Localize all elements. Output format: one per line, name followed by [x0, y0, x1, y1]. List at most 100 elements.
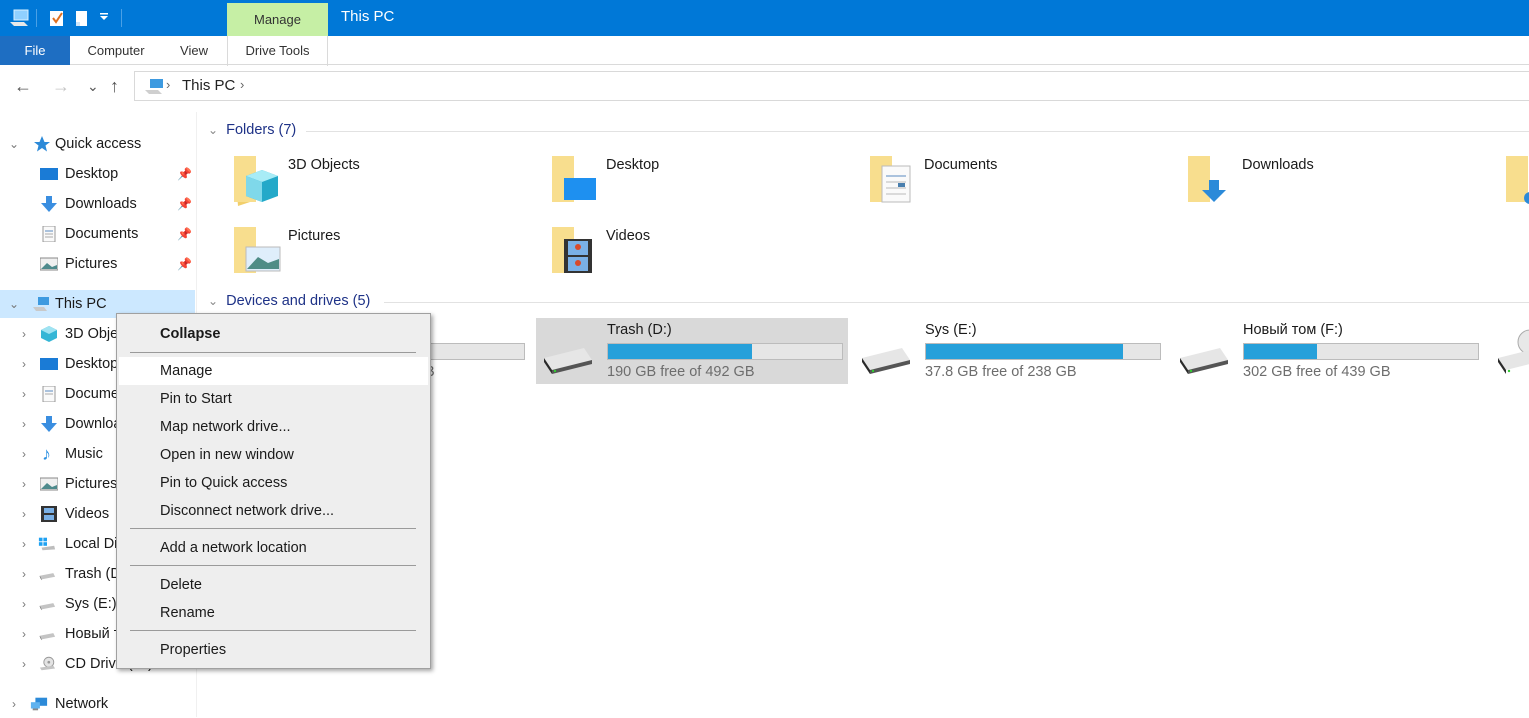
- documents-folder-icon: [870, 156, 911, 203]
- download-arrow-icon: [41, 416, 57, 432]
- hard-drive-icon: [39, 603, 56, 611]
- music-folder-icon: [1506, 156, 1529, 204]
- pin-icon[interactable]: 📌: [177, 160, 192, 188]
- pin-icon[interactable]: 📌: [177, 190, 192, 218]
- tab-computer[interactable]: Computer: [78, 36, 154, 65]
- breadcrumb-this-pc[interactable]: This PC: [182, 77, 235, 94]
- toolbar-separator: [121, 9, 122, 27]
- drive-usage-bar: [607, 343, 843, 360]
- chevron-right-icon[interactable]: ›: [8, 690, 20, 718]
- menu-item-delete[interactable]: Delete: [119, 571, 428, 599]
- folder-documents[interactable]: Documents: [868, 152, 1168, 216]
- breadcrumb-separator[interactable]: ›: [240, 77, 244, 92]
- address-bar[interactable]: › This PC ›: [134, 71, 1529, 101]
- chevron-down-icon[interactable]: ⌄: [8, 290, 20, 318]
- group-header-drives[interactable]: ⌄ Devices and drives (5): [208, 293, 370, 309]
- breadcrumb-separator[interactable]: ›: [166, 77, 170, 92]
- nav-quick-downloads[interactable]: Downloads 📌: [0, 190, 195, 218]
- back-button[interactable]: ←: [14, 74, 32, 98]
- drive-usage-fill: [926, 344, 1123, 359]
- menu-separator: [130, 528, 416, 529]
- drive-sys-e[interactable]: Sys (E:) 37.8 GB free of 238 GB: [854, 318, 1166, 384]
- chevron-down-icon: ⌄: [208, 294, 219, 308]
- customize-dropdown-icon[interactable]: [98, 12, 110, 22]
- menu-item-map-network-drive[interactable]: Map network drive...: [119, 413, 428, 441]
- title-bar: Manage This PC: [0, 0, 1529, 36]
- this-pc-icon[interactable]: [8, 8, 30, 28]
- menu-item-open-new-window[interactable]: Open in new window: [119, 441, 428, 469]
- hard-drive-icon: [1180, 348, 1228, 374]
- nav-network[interactable]: › Network: [0, 690, 195, 718]
- drive-trash-d[interactable]: Trash (D:) 190 GB free of 492 GB: [536, 318, 848, 384]
- pin-icon[interactable]: 📌: [177, 220, 192, 248]
- window-title: This PC: [341, 8, 395, 25]
- forward-button[interactable]: →: [52, 74, 70, 98]
- chevron-right-icon[interactable]: ›: [18, 650, 30, 678]
- menu-item-disconnect-network-drive[interactable]: Disconnect network drive...: [119, 497, 428, 525]
- menu-item-pin-quick-access[interactable]: Pin to Quick access: [119, 469, 428, 497]
- nav-quick-documents[interactable]: Documents 📌: [0, 220, 195, 248]
- drive-cd-g[interactable]: [1490, 318, 1529, 384]
- 3d-objects-icon: [41, 326, 57, 342]
- chevron-down-icon[interactable]: ⌄: [8, 130, 20, 158]
- chevron-right-icon[interactable]: ›: [18, 500, 30, 528]
- folder-music[interactable]: [1504, 152, 1529, 216]
- address-row: ← → ⌄ ↑ › This PC ›: [0, 66, 1529, 106]
- drive-usage-bar: [925, 343, 1161, 360]
- tab-view[interactable]: View: [168, 36, 220, 65]
- folder-desktop[interactable]: Desktop: [550, 152, 850, 216]
- drive-new-volume-f[interactable]: Новый том (F:) 302 GB free of 439 GB: [1172, 318, 1484, 384]
- network-icon: [30, 697, 48, 711]
- chevron-right-icon[interactable]: ›: [18, 590, 30, 618]
- drive-usage-bar: [1243, 343, 1479, 360]
- contextual-tab-manage[interactable]: Manage: [227, 3, 328, 36]
- new-folder-icon[interactable]: [74, 8, 90, 28]
- back-arrow-icon: ←: [14, 76, 32, 96]
- properties-check-icon[interactable]: [48, 8, 66, 28]
- up-arrow-icon: ↑: [110, 76, 119, 96]
- chevron-right-icon[interactable]: ›: [18, 620, 30, 648]
- download-arrow-icon: [41, 196, 57, 212]
- menu-separator: [130, 352, 416, 353]
- up-button[interactable]: ↑: [110, 74, 119, 98]
- menu-item-add-network-location[interactable]: Add a network location: [119, 534, 428, 562]
- pin-icon[interactable]: 📌: [177, 250, 192, 278]
- folder-videos[interactable]: Videos: [550, 223, 850, 287]
- tab-file[interactable]: File: [0, 36, 70, 65]
- chevron-right-icon[interactable]: ›: [18, 470, 30, 498]
- desktop-folder-icon: [552, 156, 596, 202]
- menu-item-properties[interactable]: Properties: [119, 636, 428, 664]
- folder-pictures[interactable]: Pictures: [232, 223, 532, 287]
- chevron-right-icon[interactable]: ›: [18, 530, 30, 558]
- menu-item-collapse[interactable]: Collapse: [119, 320, 428, 348]
- hard-drive-icon: [862, 348, 910, 374]
- document-icon: [42, 386, 56, 402]
- star-icon: [34, 136, 50, 152]
- downloads-folder-icon: [1188, 156, 1226, 202]
- chevron-right-icon[interactable]: ›: [18, 320, 30, 348]
- ribbon-tabs: File Computer View Drive Tools: [0, 36, 1529, 102]
- windows-drive-icon: [38, 537, 56, 551]
- folder-3d-objects[interactable]: 3D Objects: [232, 152, 532, 216]
- recent-locations-button[interactable]: ⌄: [87, 74, 99, 98]
- menu-item-pin-to-start[interactable]: Pin to Start: [119, 385, 428, 413]
- chevron-right-icon[interactable]: ›: [18, 350, 30, 378]
- hard-drive-icon: [39, 573, 56, 581]
- chevron-right-icon[interactable]: ›: [18, 410, 30, 438]
- group-header-folders[interactable]: ⌄ Folders (7): [208, 122, 296, 138]
- this-pc-icon: [145, 79, 163, 94]
- chevron-down-icon: ⌄: [87, 78, 99, 94]
- nav-quick-pictures[interactable]: Pictures 📌: [0, 250, 195, 278]
- chevron-right-icon[interactable]: ›: [18, 380, 30, 408]
- folder-downloads[interactable]: Downloads: [1186, 152, 1486, 216]
- chevron-right-icon[interactable]: ›: [18, 440, 30, 468]
- menu-item-rename[interactable]: Rename: [119, 599, 428, 627]
- menu-separator: [130, 630, 416, 631]
- film-strip-icon: [41, 506, 57, 522]
- desktop-icon: [40, 168, 58, 180]
- group-divider: [384, 302, 1529, 303]
- nav-quick-desktop[interactable]: Desktop 📌: [0, 160, 195, 188]
- chevron-right-icon[interactable]: ›: [18, 560, 30, 588]
- nav-quick-access[interactable]: ⌄ Quick access: [0, 130, 195, 158]
- menu-item-manage[interactable]: Manage: [119, 357, 428, 385]
